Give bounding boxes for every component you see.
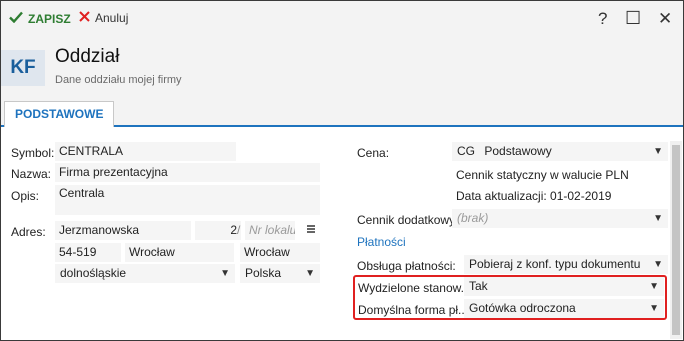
opis-field[interactable]: Centrala [55, 185, 320, 215]
chevron-down-icon: ▼ [220, 268, 230, 279]
building-number-field[interactable]: 2 [195, 221, 241, 240]
page-title: Oddział [55, 46, 120, 67]
scrollbar-thumb[interactable] [672, 145, 680, 335]
platnosci-link[interactable]: Płatności [357, 235, 406, 249]
obsluga-platnosci-label: Obsługa płatności: [357, 259, 456, 273]
highlight-box [353, 275, 667, 320]
page-subtitle: Dane oddziału mojej firmy [55, 74, 182, 86]
address-separator: / [237, 223, 241, 237]
tab-podstawowe[interactable]: PODSTAWOWE [4, 101, 115, 127]
symbol-field[interactable]: CENTRALA [55, 142, 236, 161]
nazwa-label: Nazwa: [11, 167, 52, 181]
save-button-label: ZAPISZ [28, 11, 71, 26]
cennik-dodatkowy-label: Cennik dodatkowy: [357, 213, 459, 227]
cancel-button-label: Anuluj [95, 11, 129, 25]
address-options-icon[interactable] [306, 223, 316, 237]
symbol-label: Symbol: [11, 146, 55, 160]
chevron-down-icon: ▼ [653, 213, 663, 224]
voivodeship-select[interactable]: dolnośląskie ▼ [55, 264, 235, 283]
check-icon [9, 11, 23, 26]
cena-label: Cena: [357, 146, 390, 160]
cennik-info: Cennik statyczny w walucie PLN [456, 168, 629, 182]
close-window-button[interactable]: ✕ [658, 9, 672, 29]
header: KF Oddział Dane oddziału mojej firmy [1, 37, 683, 99]
nazwa-field[interactable]: Firma prezentacyjna [55, 163, 320, 182]
tab-bar: PODSTAWOWE [1, 99, 683, 127]
toolbar: ZAPISZ Anuluj ? ☐ ✕ [1, 1, 683, 37]
obsluga-platnosci-value: Pobieraj z konf. typu dokumentu [469, 257, 641, 271]
scrollbar[interactable] [670, 141, 682, 339]
unit-number-field[interactable]: Nr lokalu [245, 221, 295, 240]
dialog-window: ZAPISZ Anuluj ? ☐ ✕ KF Oddział Dane oddz… [0, 0, 684, 341]
cennik-dodatkowy-value: (brak) [457, 211, 489, 225]
adres-label: Adres: [11, 225, 46, 239]
cennik-dodatkowy-select[interactable]: (brak) ▼ [452, 209, 668, 228]
city-field[interactable]: Wrocław [125, 243, 234, 262]
cena-select[interactable]: CG Podstawowy ▼ [452, 142, 668, 161]
country-select[interactable]: Polska ▼ [240, 264, 320, 283]
chevron-down-icon: ▼ [653, 259, 663, 270]
close-icon [79, 11, 90, 25]
obsluga-platnosci-select[interactable]: Pobieraj z konf. typu dokumentu ▼ [464, 255, 668, 274]
chevron-down-icon: ▼ [653, 146, 663, 157]
data-aktualizacji: Data aktualizacji: 01-02-2019 [456, 189, 612, 203]
postal-code-field[interactable]: 54-519 [55, 243, 121, 262]
country-value: Polska [245, 266, 282, 280]
street-field[interactable]: Jerzmanowska [55, 221, 191, 240]
opis-label: Opis: [11, 189, 40, 203]
voivodeship-value: dolnośląskie [60, 266, 127, 280]
help-button[interactable]: ? [598, 9, 607, 29]
avatar: KF [1, 50, 45, 86]
maximize-button[interactable]: ☐ [625, 8, 641, 29]
save-button[interactable]: ZAPISZ [9, 11, 71, 26]
cena-code: CG [457, 144, 475, 158]
cena-value: Podstawowy [484, 144, 552, 158]
cancel-button[interactable]: Anuluj [79, 11, 128, 25]
chevron-down-icon: ▼ [305, 268, 315, 279]
post-office-field[interactable]: Wrocław [240, 243, 320, 262]
